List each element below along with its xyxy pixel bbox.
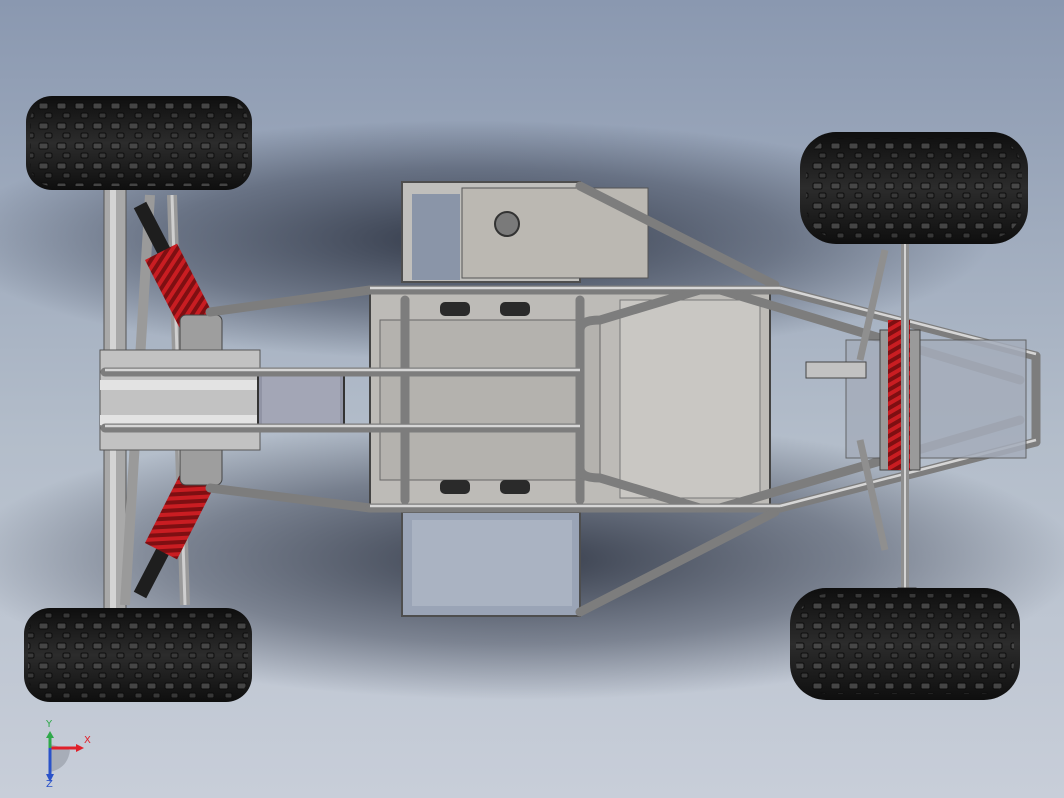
fuel-tank-cap <box>494 211 520 237</box>
tire-rear-left[interactable] <box>26 96 252 190</box>
tire-rear-right[interactable] <box>24 608 252 702</box>
tire-front-left[interactable] <box>800 132 1028 244</box>
view-orientation-triad-icon[interactable]: X Y Z <box>38 720 102 792</box>
tire-front-right[interactable] <box>790 588 1020 700</box>
x-axis-label: X <box>84 735 91 746</box>
y-axis-label: Y <box>46 719 53 730</box>
cad-3d-viewport[interactable] <box>0 0 1064 798</box>
z-axis-label: Z <box>46 779 53 790</box>
